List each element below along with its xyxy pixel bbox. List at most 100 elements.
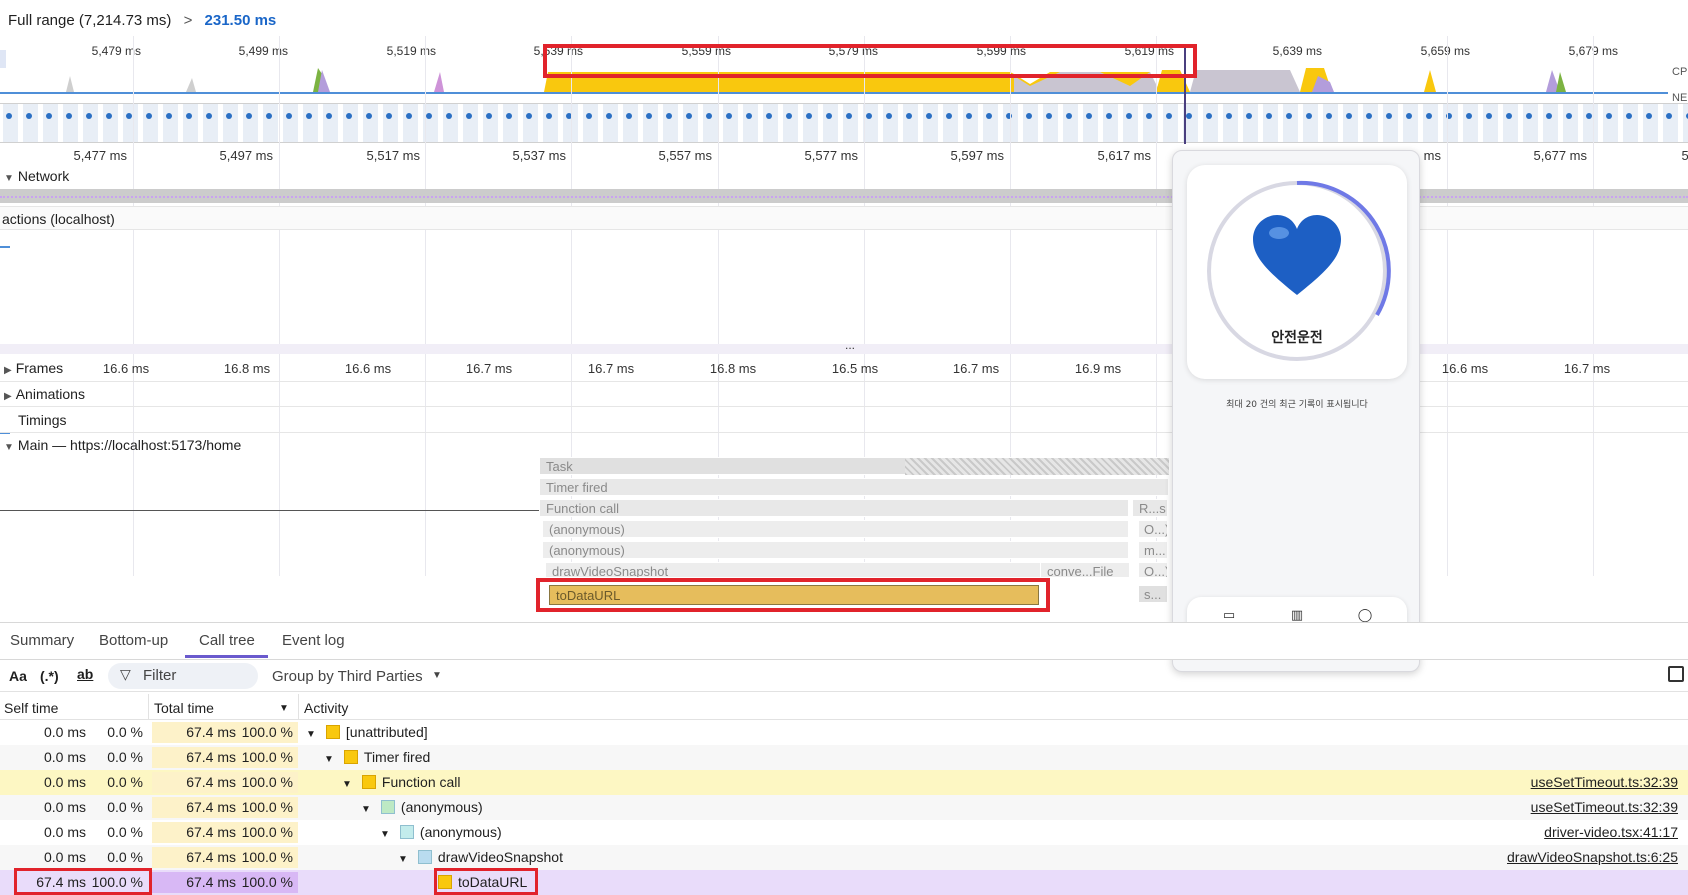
expand-triangle-icon[interactable]: ▼ (398, 854, 408, 865)
table-row[interactable]: 67.4 ms 100.0 % 67.4 ms 100.0 % toDataURL (0, 870, 1688, 895)
highlight-flame-to-data-url (536, 578, 1050, 612)
source-link[interactable]: drawVideoSnapshot.ts:6:25 (1507, 845, 1678, 870)
flame-anonymous[interactable]: (anonymous) (542, 541, 1129, 559)
timeline-tick: 5,597 ms (950, 148, 1004, 163)
frame-duration[interactable]: 16.8 ms (187, 361, 307, 376)
network-track-header[interactable]: ▼ Network (4, 168, 69, 184)
main-track-header[interactable]: ▼ Main — https://localhost:5173/home (4, 437, 241, 453)
total-time-value: 67.4 ms (186, 774, 236, 790)
tab-call-tree[interactable]: Call tree (199, 632, 255, 649)
expand-triangle-icon: ▶ (4, 365, 12, 376)
frame-duration[interactable]: 16.7 ms (916, 361, 1036, 376)
timeline-tick: ms (1423, 148, 1441, 163)
expand-triangle-icon[interactable]: ▼ (361, 804, 371, 815)
frames-track-header[interactable]: ▶ Frames (4, 360, 68, 376)
frame-duration[interactable]: 16.6 ms (308, 361, 428, 376)
interactions-track-header[interactable]: actions (localhost) (2, 211, 115, 227)
frame-duration[interactable]: 16.8 ms (673, 361, 793, 376)
frame-duration[interactable]: 16.5 ms (795, 361, 915, 376)
timeline-tick: 5,537 ms (512, 148, 566, 163)
self-time-percent: 0.0 % (107, 799, 143, 815)
highlight-to-data-url-row (434, 868, 538, 895)
expand-triangle-icon[interactable]: ▼ (306, 729, 316, 740)
group-by-dropdown[interactable]: Group by Third Parties (272, 668, 423, 685)
activity-name: drawVideoSnapshot (437, 849, 563, 865)
interaction-marker (0, 246, 10, 248)
col-activity[interactable]: Activity (304, 697, 348, 720)
flame-draw-video-snapshot[interactable]: drawVideoSnapshot (545, 562, 1045, 578)
self-time-percent: 0.0 % (107, 749, 143, 765)
regex-button[interactable]: (.*) (40, 668, 59, 684)
source-link[interactable]: useSetTimeout.ts:32:39 (1531, 770, 1678, 795)
long-task-hatch (905, 458, 1169, 475)
activity-name: (anonymous) (400, 799, 483, 815)
activity-cell: ▼ drawVideoSnapshot (398, 845, 563, 870)
col-total-time[interactable]: Total time (154, 697, 214, 720)
animations-track-header[interactable]: ▶ Animations (4, 386, 85, 402)
sidebar-toggle-icon[interactable] (1668, 666, 1684, 682)
collapse-triangle-icon: ▼ (4, 442, 14, 453)
category-color-swatch (325, 725, 340, 739)
cpu-label: CP (1672, 66, 1688, 78)
tab-summary[interactable]: Summary (10, 632, 74, 649)
source-link[interactable]: driver-video.tsx:41:17 (1544, 820, 1678, 845)
tab-bottom-up[interactable]: Bottom-up (99, 632, 168, 649)
flame-side-item[interactable]: R...s (1132, 499, 1168, 517)
highlight-self-time (14, 868, 152, 895)
highlight-overview-selection (543, 44, 1197, 78)
activity-cell: ▼ (anonymous) (361, 795, 483, 820)
self-time-percent: 0.0 % (107, 724, 143, 740)
filter-input[interactable]: ▽ Filter (108, 663, 258, 689)
activity-name: Function call (381, 774, 461, 790)
match-case-button[interactable]: Aa (9, 668, 27, 684)
flow-arrow (0, 510, 540, 511)
selection-range-crumb[interactable]: 231.50 ms (205, 12, 277, 29)
collapse-triangle-icon: ▼ (4, 173, 14, 184)
frame-duration[interactable]: 16.9 ms (1038, 361, 1158, 376)
expand-triangle-icon: ▶ (4, 391, 12, 402)
heart-icon (1253, 215, 1341, 295)
flame-function-call[interactable]: Function call (539, 499, 1129, 517)
activity-cell: ▼ (anonymous) (380, 820, 502, 845)
whole-word-button[interactable]: ab (77, 666, 93, 682)
flame-anonymous[interactable]: (anonymous) (542, 520, 1129, 538)
frame-duration[interactable]: 16.6 ms (66, 361, 186, 376)
divider (0, 406, 1688, 407)
filter-placeholder: Filter (143, 667, 177, 684)
total-time-value: 67.4 ms (186, 724, 236, 740)
tab-event-log[interactable]: Event log (282, 632, 345, 649)
table-row[interactable]: 0.0 ms 0.0 % 67.4 ms 100.0 % ▼ Timer fired (0, 745, 1688, 770)
track-resize-strip[interactable] (0, 344, 1688, 354)
expand-triangle-icon[interactable]: ▼ (342, 779, 352, 790)
flame-side-item[interactable]: O...) (1138, 520, 1168, 538)
ellipsis-handle[interactable]: ... (845, 338, 855, 352)
self-time-percent: 0.0 % (107, 824, 143, 840)
flame-side-item[interactable]: O...) (1138, 562, 1168, 578)
chevron-right-icon: > (183, 12, 193, 29)
frame-duration[interactable]: 16.7 ms (551, 361, 671, 376)
frame-duration[interactable]: 16.7 ms (1527, 361, 1647, 376)
table-row[interactable]: 0.0 ms 0.0 % 67.4 ms 100.0 % ▼ Function call u… (0, 770, 1688, 795)
table-row[interactable]: 0.0 ms 0.0 % 67.4 ms 100.0 % ▼ (anonymous) use… (0, 795, 1688, 820)
source-link[interactable]: useSetTimeout.ts:32:39 (1531, 795, 1678, 820)
full-range-crumb[interactable]: Full range (7,214.73 ms) (8, 12, 171, 29)
flame-timer-fired[interactable]: Timer fired (539, 478, 1169, 496)
self-time-percent: 0.0 % (107, 774, 143, 790)
timings-track-header[interactable]: Timings (18, 412, 67, 428)
frame-duration[interactable]: 16.6 ms (1405, 361, 1525, 376)
total-time-value: 67.4 ms (186, 799, 236, 815)
expand-triangle-icon[interactable]: ▼ (380, 829, 390, 840)
flame-side-item[interactable]: s... (1138, 585, 1168, 603)
col-self-time[interactable]: Self time (4, 697, 58, 720)
table-row[interactable]: 0.0 ms 0.0 % 67.4 ms 100.0 % ▼ [unattributed] (0, 720, 1688, 745)
card-title: 안전운전 (1271, 330, 1323, 346)
flame-convert-file[interactable]: conve...File (1040, 562, 1130, 578)
frame-duration[interactable]: 16.7 ms (429, 361, 549, 376)
table-row[interactable]: 0.0 ms 0.0 % 67.4 ms 100.0 % ▼ (anonymous) dri… (0, 820, 1688, 845)
table-row[interactable]: 0.0 ms 0.0 % 67.4 ms 100.0 % ▼ drawVideoSnaps… (0, 845, 1688, 870)
flame-side-item[interactable]: m... (1138, 541, 1168, 559)
expand-triangle-icon[interactable]: ▼ (324, 754, 334, 765)
performance-panel: Full range (7,214.73 ms) > 231.50 ms 5,4… (0, 0, 1688, 895)
screenshots-filmstrip[interactable] (0, 103, 1688, 143)
category-color-swatch (417, 850, 432, 864)
